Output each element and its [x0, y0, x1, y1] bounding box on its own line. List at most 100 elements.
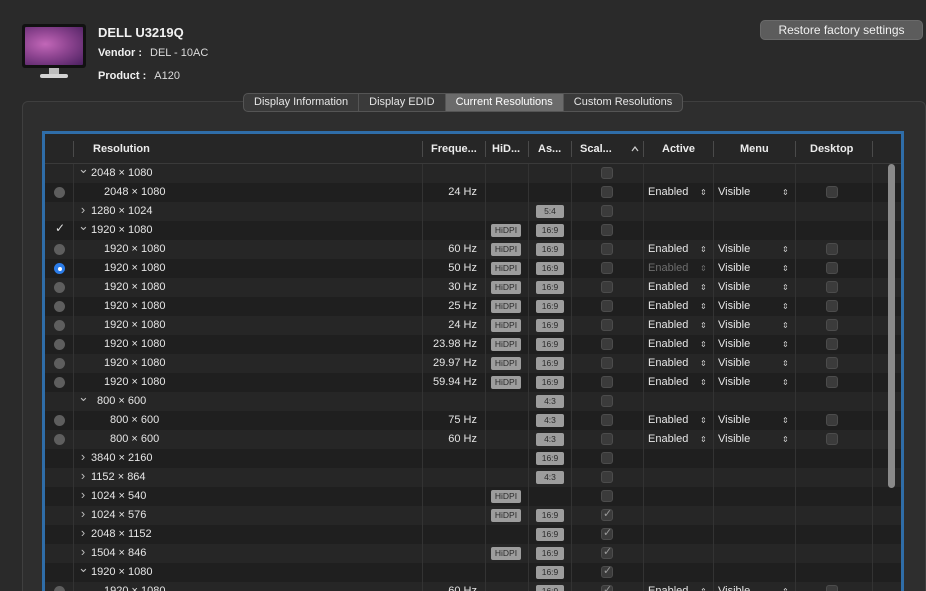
radio-button[interactable] [54, 187, 65, 198]
resolution-group-row[interactable]: › 3840 × 2160 16:9 [45, 449, 901, 468]
desktop-checkbox[interactable] [826, 243, 838, 255]
chevron-right-icon[interactable]: › [78, 449, 88, 464]
scaled-checkbox[interactable] [601, 338, 613, 350]
chevron-right-icon[interactable]: › [78, 468, 88, 483]
chevron-right-icon[interactable]: › [78, 487, 88, 502]
radio-button[interactable] [54, 339, 65, 350]
menu-popup[interactable]: Visible [718, 297, 750, 316]
tab-display-edid[interactable]: Display EDID [359, 94, 446, 111]
resolution-mode-row[interactable]: 1920 × 1080 60 Hz 16:9 Enabled ⇕ Visible ⇕ [45, 582, 901, 591]
column-header-aspect[interactable]: As... [538, 134, 561, 164]
resolution-group-row[interactable]: ✓ ⌄ 1920 × 1080 HiDPI 16:9 [45, 218, 901, 240]
resolution-group-row[interactable]: ⌄ 800 × 600 4:3 [45, 389, 901, 411]
restore-factory-settings-button[interactable]: Restore factory settings [760, 20, 923, 40]
chevron-down-icon[interactable]: ⌄ [78, 389, 89, 405]
radio-button[interactable] [54, 320, 65, 331]
scaled-checkbox[interactable] [601, 490, 613, 502]
scaled-checkbox[interactable] [601, 262, 613, 274]
resolution-group-row[interactable]: › 2048 × 1152 16:9 [45, 525, 901, 544]
active-popup[interactable]: Enabled [648, 278, 688, 297]
radio-button[interactable] [54, 377, 65, 388]
menu-popup[interactable]: Visible [718, 240, 750, 259]
menu-popup[interactable]: Visible [718, 430, 750, 449]
scaled-checkbox[interactable] [601, 205, 613, 217]
chevron-right-icon[interactable]: › [78, 544, 88, 559]
scaled-checkbox[interactable] [601, 526, 613, 540]
chevron-down-icon[interactable]: ⌄ [78, 218, 89, 234]
active-popup[interactable]: Enabled [648, 430, 688, 449]
active-popup[interactable]: Enabled [648, 373, 688, 392]
column-header-active[interactable]: Active [662, 134, 695, 164]
chevron-right-icon[interactable]: › [78, 202, 88, 217]
resolution-mode-row[interactable]: 1920 × 1080 23.98 Hz HiDPI 16:9 Enabled ⇕ Visi… [45, 335, 901, 354]
radio-button-selected[interactable] [54, 263, 65, 274]
column-header-menu[interactable]: Menu [740, 134, 769, 164]
active-popup[interactable]: Enabled [648, 316, 688, 335]
column-header-desktop[interactable]: Desktop [810, 134, 853, 164]
resolution-mode-row[interactable]: 1920 × 1080 25 Hz HiDPI 16:9 Enabled ⇕ Visible… [45, 297, 901, 316]
chevron-down-icon[interactable]: ⌄ [78, 560, 89, 576]
desktop-checkbox[interactable] [826, 262, 838, 274]
desktop-checkbox[interactable] [826, 281, 838, 293]
scaled-checkbox[interactable] [601, 186, 613, 198]
desktop-checkbox[interactable] [826, 414, 838, 426]
resolution-group-row[interactable]: ⌄ 2048 × 1080 [45, 161, 901, 183]
menu-popup[interactable]: Visible [718, 411, 750, 430]
menu-popup[interactable]: Visible [718, 373, 750, 392]
desktop-checkbox[interactable] [826, 376, 838, 388]
resolution-mode-row[interactable]: 1920 × 1080 59.94 Hz HiDPI 16:9 Enabled ⇕ Visi… [45, 373, 901, 392]
radio-button[interactable] [54, 301, 65, 312]
desktop-checkbox[interactable] [826, 433, 838, 445]
active-popup[interactable]: Enabled [648, 411, 688, 430]
scaled-checkbox[interactable] [601, 433, 613, 445]
resolution-group-row[interactable]: › 1024 × 540 HiDPI [45, 487, 901, 506]
radio-button[interactable] [54, 415, 65, 426]
menu-popup[interactable]: Visible [718, 354, 750, 373]
scaled-checkbox[interactable] [601, 395, 613, 407]
desktop-checkbox[interactable] [826, 186, 838, 198]
scaled-checkbox[interactable] [601, 243, 613, 255]
scaled-checkbox[interactable] [601, 507, 613, 521]
active-popup[interactable]: Enabled [648, 259, 688, 278]
desktop-checkbox[interactable] [826, 338, 838, 350]
scaled-checkbox[interactable] [601, 376, 613, 388]
resolution-mode-row[interactable]: 2048 × 1080 24 Hz Enabled ⇕ Visible ⇕ [45, 183, 901, 202]
scaled-checkbox[interactable] [601, 319, 613, 331]
radio-button[interactable] [54, 586, 65, 591]
resolution-group-row[interactable]: ⌄ 1920 × 1080 16:9 [45, 560, 901, 582]
resolution-mode-row[interactable]: 800 × 600 75 Hz 4:3 Enabled ⇕ Visible ⇕ [45, 411, 901, 430]
scaled-checkbox[interactable] [601, 583, 613, 591]
scaled-checkbox[interactable] [601, 414, 613, 426]
menu-popup[interactable]: Visible [718, 335, 750, 354]
column-header-hidpi[interactable]: HiD... [492, 134, 520, 164]
chevron-right-icon[interactable]: › [78, 525, 88, 540]
resolution-mode-row[interactable]: 1920 × 1080 29.97 Hz HiDPI 16:9 Enabled ⇕ Visi… [45, 354, 901, 373]
radio-button[interactable] [54, 434, 65, 445]
active-popup[interactable]: Enabled [648, 240, 688, 259]
scaled-checkbox[interactable] [601, 564, 613, 578]
tab-current-resolutions[interactable]: Current Resolutions [445, 94, 564, 111]
resolution-mode-row[interactable]: 800 × 600 60 Hz 4:3 Enabled ⇕ Visible ⇕ [45, 430, 901, 449]
scaled-checkbox[interactable] [601, 300, 613, 312]
scaled-checkbox[interactable] [601, 452, 613, 464]
radio-button[interactable] [54, 244, 65, 255]
menu-popup[interactable]: Visible [718, 183, 750, 202]
resolution-mode-row[interactable]: 1920 × 1080 50 Hz HiDPI 16:9 Enabled ⇕ Visible… [45, 259, 901, 278]
active-popup[interactable]: Enabled [648, 297, 688, 316]
tab-display-information[interactable]: Display Information [244, 94, 360, 111]
desktop-checkbox[interactable] [826, 300, 838, 312]
desktop-checkbox[interactable] [826, 585, 838, 591]
menu-popup[interactable]: Visible [718, 316, 750, 335]
scaled-checkbox[interactable] [601, 224, 613, 236]
scaled-checkbox[interactable] [601, 545, 613, 559]
column-header-scaled[interactable]: Scal... [580, 134, 612, 164]
menu-popup[interactable]: Visible [718, 259, 750, 278]
chevron-down-icon[interactable]: ⌄ [78, 161, 89, 177]
column-header-resolution[interactable]: Resolution [93, 134, 150, 164]
scaled-checkbox[interactable] [601, 167, 613, 179]
resolution-mode-row[interactable]: 1920 × 1080 60 Hz HiDPI 16:9 Enabled ⇕ Visible… [45, 240, 901, 259]
menu-popup[interactable]: Visible [718, 582, 750, 591]
resolution-mode-row[interactable]: 1920 × 1080 24 Hz HiDPI 16:9 Enabled ⇕ Visible… [45, 316, 901, 335]
resolution-group-row[interactable]: › 1504 × 846 HiDPI 16:9 [45, 544, 901, 563]
active-popup[interactable]: Enabled [648, 354, 688, 373]
